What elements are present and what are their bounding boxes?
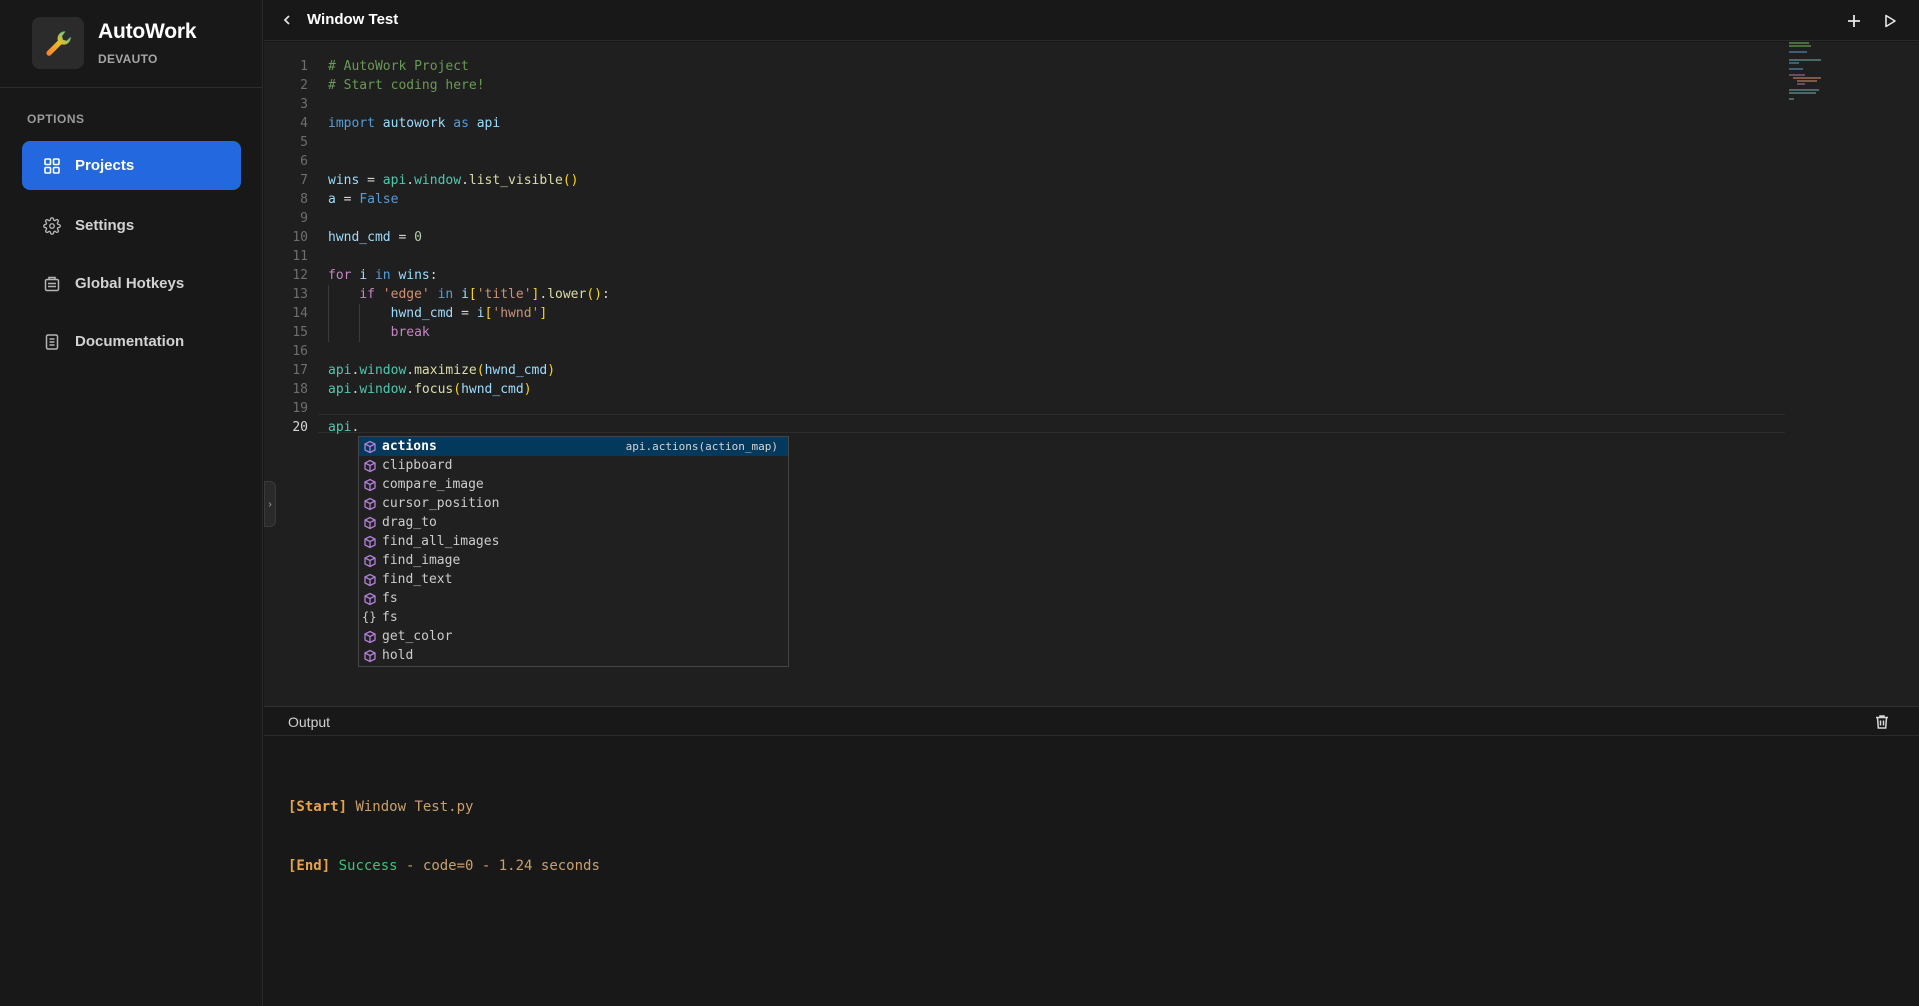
add-button[interactable] xyxy=(1843,10,1865,32)
cube-icon xyxy=(364,554,376,568)
line-number-current: 20 xyxy=(292,420,308,435)
clear-output-button[interactable] xyxy=(1873,713,1891,731)
suggestion-item[interactable]: compare_image xyxy=(359,475,788,494)
suggestion-item[interactable]: get_color xyxy=(359,627,788,646)
wrench-icon xyxy=(46,31,71,56)
line-number: 4 xyxy=(300,116,308,131)
toolbar-actions xyxy=(1843,10,1901,32)
code-line-2: # Start coding here! xyxy=(328,78,485,93)
code-line-8: a = False xyxy=(328,192,399,207)
sidebar-item-label: Projects xyxy=(75,157,135,174)
keyboard-icon xyxy=(43,275,61,293)
trash-icon xyxy=(1876,715,1888,729)
topbar: Window Test xyxy=(264,0,1919,41)
code-line-18: api.window.focus(hwnd_cmd) xyxy=(328,382,532,397)
braces-icon: {} xyxy=(362,610,377,624)
suggestion-item[interactable]: hold xyxy=(359,646,788,665)
sidebar-item-global-hotkeys[interactable]: Global Hotkeys xyxy=(22,259,241,308)
line-number: 14 xyxy=(292,306,308,321)
output-title: Output xyxy=(288,714,331,730)
suggestion-item[interactable]: cursor_position xyxy=(359,494,788,513)
sidebar-item-label: Global Hotkeys xyxy=(75,275,185,292)
line-number: 17 xyxy=(292,363,308,378)
suggestion-item[interactable]: clipboard xyxy=(359,456,788,475)
code-line-17: api.window.maximize(hwnd_cmd) xyxy=(328,363,556,378)
code-line-10: hwnd_cmd = 0 xyxy=(328,230,422,245)
sidebar-item-projects[interactable]: Projects xyxy=(22,141,241,190)
back-button[interactable] xyxy=(278,11,296,29)
code-line-13: if 'edge' in i['title'].lower(): xyxy=(359,287,610,302)
line-number: 9 xyxy=(300,211,308,226)
output-panel-header: Output xyxy=(264,706,1919,736)
suggestion-item[interactable]: find_all_images xyxy=(359,532,788,551)
sidebar: AutoWork DEVAUTO OPTIONS Projects Settin… xyxy=(0,0,263,1006)
output-console: [Start] Window Test.py [End] Success - c… xyxy=(264,737,1919,1006)
play-icon xyxy=(1885,14,1896,28)
suggestion-item[interactable]: fs xyxy=(359,589,788,608)
line-number: 5 xyxy=(300,135,308,150)
line-number: 1 xyxy=(300,59,308,74)
line-number: 10 xyxy=(292,230,308,245)
output-start-line: [Start] Window Test.py xyxy=(288,799,474,815)
sidebar-item-label: Documentation xyxy=(75,333,185,350)
sidebar-item-documentation[interactable]: Documentation xyxy=(22,317,241,366)
output-collapse-toggle[interactable]: › xyxy=(264,481,276,527)
cube-icon xyxy=(364,516,376,530)
cube-icon xyxy=(364,497,376,511)
cube-icon xyxy=(364,440,376,454)
line-number: 18 xyxy=(292,382,308,397)
document-icon xyxy=(43,333,61,351)
grid-icon xyxy=(43,157,61,175)
plus-icon xyxy=(1848,15,1860,27)
suggestion-item[interactable]: find_text xyxy=(359,570,788,589)
line-number: 2 xyxy=(300,78,308,93)
line-number: 11 xyxy=(292,249,308,264)
code-line-7: wins = api.window.list_visible() xyxy=(328,173,579,188)
current-line-highlight xyxy=(318,414,1785,433)
suggestion-item[interactable]: {} fs xyxy=(359,608,788,627)
code-line-15: break xyxy=(390,325,430,340)
autocomplete-popup: actions api.actions(action_map) clipboar… xyxy=(358,436,789,667)
chevron-left-icon xyxy=(283,15,290,25)
sidebar-item-settings[interactable]: Settings xyxy=(22,201,241,250)
cube-icon xyxy=(364,592,376,606)
minimap[interactable] xyxy=(1789,42,1839,102)
suggestion-item[interactable]: drag_to xyxy=(359,513,788,532)
cube-icon xyxy=(364,478,376,492)
suggestion-item[interactable]: find_image xyxy=(359,551,788,570)
line-number: 8 xyxy=(300,192,308,207)
cube-icon xyxy=(364,649,376,663)
line-number: 13 xyxy=(292,287,308,302)
gear-icon xyxy=(43,216,61,235)
code-line-1: # AutoWork Project xyxy=(328,59,469,74)
app-name: AutoWork xyxy=(98,20,197,43)
app-subtitle: DEVAUTO xyxy=(98,52,158,66)
run-button[interactable] xyxy=(1879,10,1901,32)
sidebar-item-label: Settings xyxy=(75,217,135,234)
page-title: Window Test xyxy=(307,11,399,28)
code-line-4: import autowork as api xyxy=(328,116,501,131)
line-number: 16 xyxy=(292,344,308,359)
suggestion-detail: api.actions(action_map) xyxy=(625,440,778,453)
brand-header: AutoWork DEVAUTO xyxy=(0,0,262,88)
code-line-14: hwnd_cmd = i['hwnd'] xyxy=(390,306,548,321)
line-number: 7 xyxy=(300,173,308,188)
suggestion-item[interactable]: actions api.actions(action_map) xyxy=(359,437,788,456)
options-section-label: OPTIONS xyxy=(27,112,85,126)
cube-icon xyxy=(364,573,376,587)
cube-icon xyxy=(364,459,376,473)
code-line-12: for i in wins: xyxy=(328,268,438,283)
line-number: 19 xyxy=(292,401,308,416)
cube-icon xyxy=(364,630,376,644)
line-number: 12 xyxy=(292,268,308,283)
app-logo xyxy=(32,17,84,69)
line-number: 15 xyxy=(292,325,308,340)
line-number: 3 xyxy=(300,97,308,112)
cube-icon xyxy=(364,535,376,549)
line-number: 6 xyxy=(300,154,308,169)
output-end-line: [End] Success - code=0 - 1.24 seconds xyxy=(288,858,600,874)
code-line-20: api. xyxy=(328,420,360,435)
